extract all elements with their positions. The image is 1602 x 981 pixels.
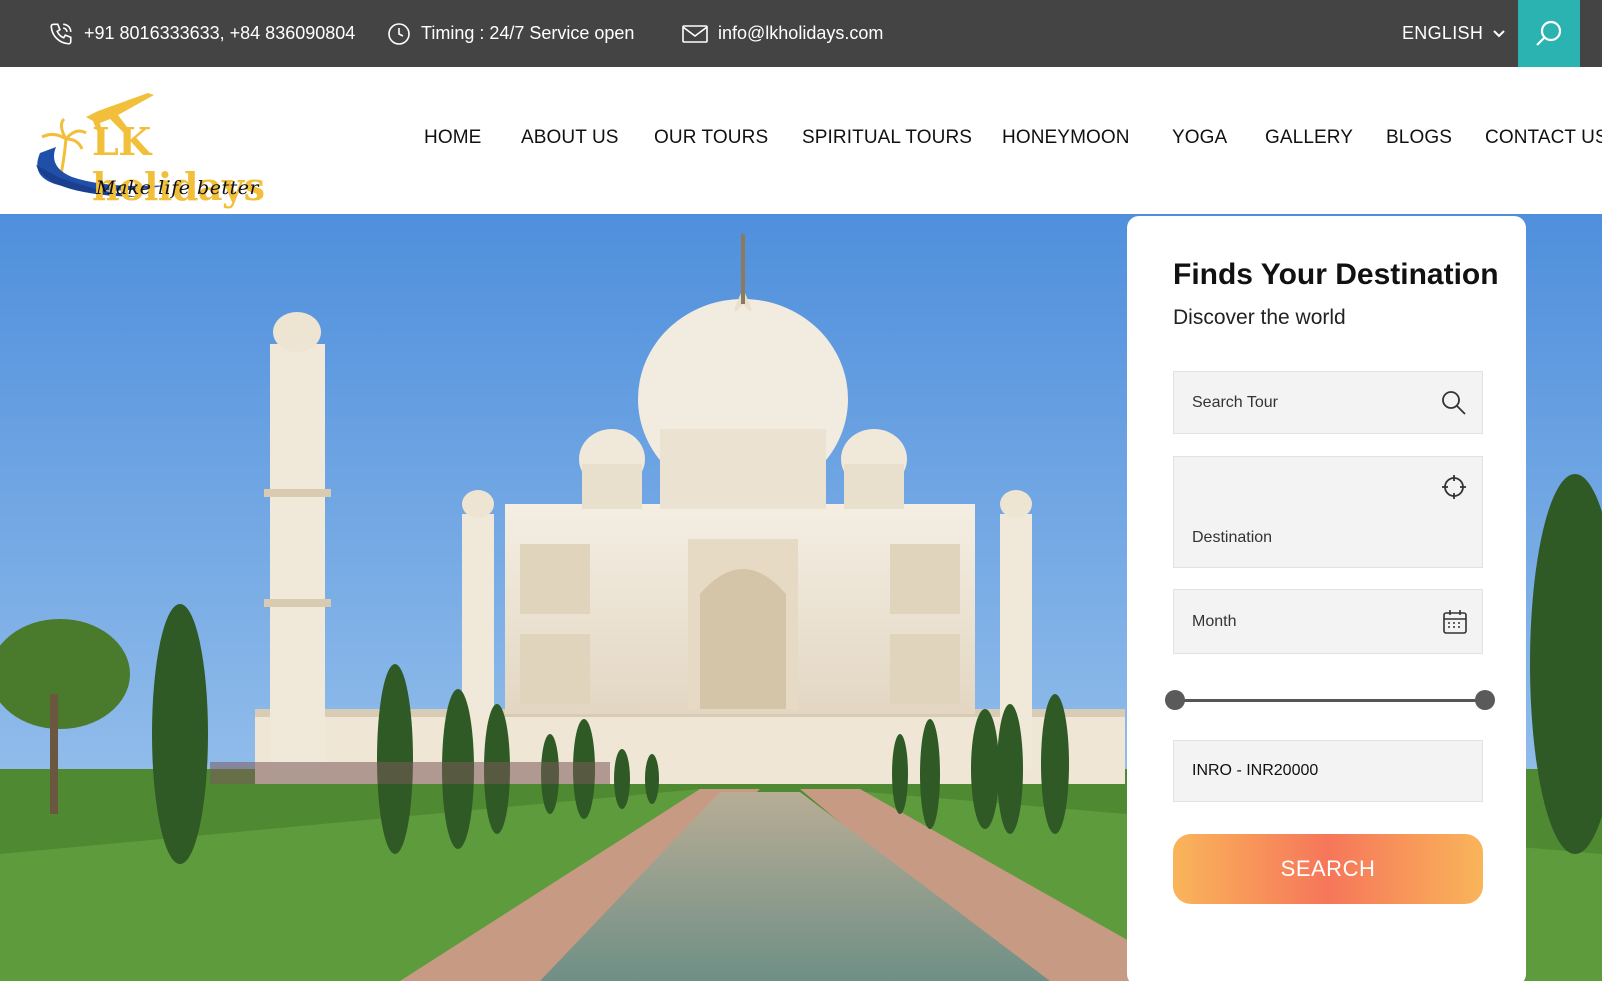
chevron-down-icon [1493, 29, 1505, 37]
phone-icon [50, 22, 72, 45]
search-tour-field[interactable]: Search Tour [1173, 371, 1483, 434]
timing-text: Timing : 24/7 Service open [421, 23, 635, 43]
nav-home[interactable]: HOME [424, 127, 481, 149]
nav-yoga[interactable]: YOGA [1172, 127, 1227, 149]
location-target-icon [1442, 475, 1466, 499]
destination-placeholder: Destination [1192, 529, 1273, 546]
clock-icon [388, 22, 410, 45]
panel-title: Finds Your Destination [1173, 258, 1499, 291]
slider-max-handle[interactable] [1475, 690, 1495, 710]
nav-gallery[interactable]: GALLERY [1265, 127, 1353, 149]
logo-tagline: Make life better [96, 177, 260, 199]
email-contact[interactable]: info@lkholidays.com [682, 0, 883, 67]
main-nav: HOME ABOUT US OUR TOURS SPIRITUAL TOURS … [0, 127, 1602, 157]
destination-field[interactable]: Destination [1173, 456, 1483, 568]
language-selector[interactable]: ENGLISH [1402, 0, 1505, 67]
main-header: LK holidays Make life better HOME ABOUT … [0, 67, 1602, 214]
month-field[interactable]: Month [1173, 589, 1483, 654]
nav-honeymoon[interactable]: HONEYMOON [1002, 127, 1130, 149]
month-placeholder: Month [1192, 613, 1237, 630]
slider-min-handle[interactable] [1165, 690, 1185, 710]
price-range-slider[interactable] [1165, 690, 1495, 710]
top-bar: +91 8016333633, +84 836090804 Timing : 2… [0, 0, 1602, 67]
price-range-text: INRO - INR20000 [1192, 762, 1319, 779]
slider-track [1175, 699, 1485, 702]
nav-contact-us[interactable]: CONTACT US [1485, 127, 1602, 149]
nav-about-us[interactable]: ABOUT US [521, 127, 619, 149]
calendar-icon [1443, 610, 1467, 634]
destination-search-panel: Finds Your Destination Discover the worl… [1127, 216, 1526, 981]
nav-our-tours[interactable]: OUR TOURS [654, 127, 768, 149]
nav-spiritual-tours[interactable]: SPIRITUAL TOURS [802, 127, 972, 149]
top-search-button[interactable] [1518, 0, 1580, 67]
search-tour-placeholder: Search Tour [1192, 394, 1278, 411]
price-range-display: INRO - INR20000 [1173, 740, 1483, 802]
search-icon [1442, 391, 1466, 415]
search-icon [1536, 20, 1562, 46]
panel-subtitle: Discover the world [1173, 306, 1346, 329]
email-text: info@lkholidays.com [718, 23, 884, 43]
language-label: ENGLISH [1402, 23, 1484, 43]
timing-info: Timing : 24/7 Service open [387, 0, 634, 67]
nav-blogs[interactable]: BLOGS [1386, 127, 1452, 149]
search-button[interactable]: SEARCH [1173, 834, 1483, 904]
phone-contact[interactable]: +91 8016333633, +84 836090804 [48, 0, 355, 67]
mail-icon [682, 24, 708, 43]
phone-text: +91 8016333633, +84 836090804 [84, 23, 356, 43]
